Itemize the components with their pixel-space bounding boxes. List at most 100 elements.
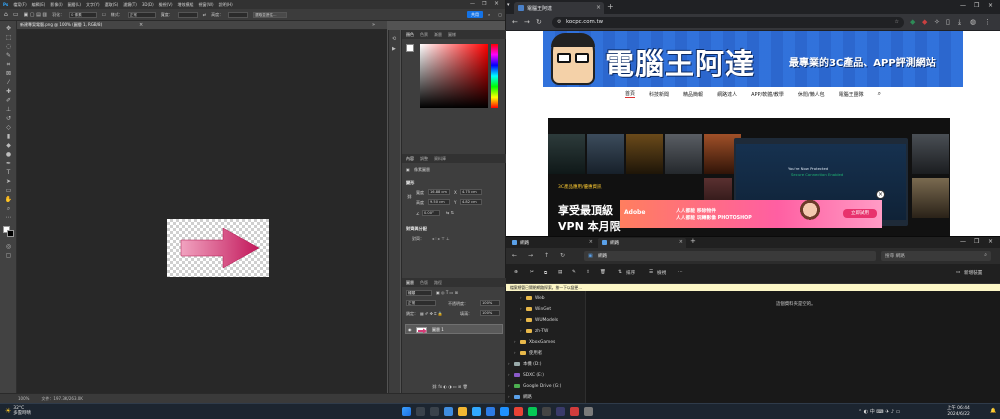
clock[interactable]: 上午 06:44 2024/6/22 bbox=[947, 406, 970, 417]
nav-home[interactable]: 首頁 bbox=[625, 90, 636, 98]
feather-input[interactable]: 0 像素 bbox=[69, 11, 98, 18]
close-window-icon[interactable]: × bbox=[494, 0, 499, 7]
more-icon[interactable]: ⋯ bbox=[678, 270, 683, 275]
tab-channels[interactable]: 色版 bbox=[420, 280, 428, 286]
nav-item-web[interactable]: › Web bbox=[520, 295, 545, 303]
pen-tool-icon[interactable]: ✒ bbox=[4, 160, 13, 167]
brush-tool-icon[interactable]: ✐ bbox=[4, 97, 13, 104]
background-color-swatch[interactable] bbox=[7, 230, 14, 237]
tab-paths[interactable]: 路徑 bbox=[434, 280, 442, 286]
ps-document-tab[interactable]: 新建專案電腦.png @ 100% (圖層 1, RGB/8) × » bbox=[17, 21, 387, 30]
photoshop-taskbar-icon[interactable] bbox=[472, 407, 481, 416]
zoom-level[interactable]: 100% bbox=[18, 396, 29, 401]
search-icon[interactable]: ⌕ bbox=[878, 90, 881, 98]
menu-plugins[interactable]: 增效模組 bbox=[178, 2, 194, 8]
quick-mask-icon[interactable]: ◎ bbox=[4, 243, 13, 250]
delete-icon[interactable]: 🗑 bbox=[600, 270, 606, 275]
bookmark-star-icon[interactable]: ☆ bbox=[895, 19, 899, 25]
hero-category[interactable]: 3C產品應用/優惠資訊 bbox=[558, 184, 602, 190]
blend-mode-select[interactable]: 正常 bbox=[406, 300, 436, 306]
layer-kind-filter[interactable]: 種類 bbox=[406, 290, 432, 296]
path-select-tool-icon[interactable]: ➤ bbox=[4, 178, 13, 185]
link-icon[interactable]: ⛓ bbox=[407, 194, 412, 199]
tab-gradients[interactable]: 漸層 bbox=[434, 32, 442, 38]
extensions-puzzle-icon[interactable]: ✧ bbox=[934, 18, 940, 26]
close-window-icon[interactable]: × bbox=[988, 238, 993, 245]
reload-icon[interactable]: ↻ bbox=[536, 18, 542, 26]
ad-cta-button[interactable]: 立即試用 bbox=[843, 209, 877, 218]
x-field[interactable]: 4.75 cm bbox=[460, 189, 482, 195]
paste-icon[interactable]: ▤ bbox=[558, 270, 562, 275]
menu-kebab-icon[interactable]: ⋮ bbox=[984, 18, 991, 26]
stamp-tool-icon[interactable]: ⊥ bbox=[4, 106, 13, 113]
search-icon[interactable]: ⌕ bbox=[488, 12, 490, 17]
layer-footer-icons[interactable]: ⛓ fx ◐ ◑ ▭ ⊞ 🗑 bbox=[432, 384, 468, 389]
actions-icon[interactable]: ▶ bbox=[392, 46, 396, 52]
marquee-tool-icon[interactable]: ▭ bbox=[13, 11, 19, 18]
menu-edit[interactable]: 編輯(E) bbox=[32, 2, 46, 8]
menu-file[interactable]: 檔案(F) bbox=[13, 2, 26, 8]
menu-help[interactable]: 說明(H) bbox=[219, 2, 233, 8]
nav-item-google-drive[interactable]: › Google Drive (G:) bbox=[508, 383, 561, 391]
layer-filter-icons[interactable]: ▣ ◎ T ▭ ⊞ bbox=[436, 290, 458, 295]
move-tool-icon[interactable]: ✥ bbox=[4, 25, 13, 32]
lock-icons[interactable]: ▦ ✐ ✥ ⌗ 🔒 bbox=[420, 311, 443, 316]
width-input[interactable] bbox=[177, 11, 198, 18]
start-icon[interactable] bbox=[402, 407, 411, 416]
more-tools-icon[interactable]: ⋯ bbox=[4, 214, 13, 221]
new-item-icon[interactable]: ⊕ bbox=[514, 270, 518, 275]
view-button[interactable]: 檢視 bbox=[657, 270, 666, 276]
healing-tool-icon[interactable]: ✚ bbox=[4, 88, 13, 95]
menu-layer[interactable]: 圖層(L) bbox=[68, 2, 81, 8]
nav-item-drive-e[interactable]: › SDXC (E:) bbox=[508, 372, 544, 380]
app-4-icon[interactable] bbox=[584, 407, 593, 416]
minimize-icon[interactable]: — bbox=[470, 1, 475, 7]
selection-mode-icons[interactable]: ▣ ▢ ▤ ▥ bbox=[23, 12, 47, 18]
tab-layers[interactable]: 圖層 bbox=[406, 280, 414, 286]
sort-button[interactable]: 排序 bbox=[626, 270, 635, 276]
home-icon[interactable]: ⌂ bbox=[4, 11, 8, 18]
select-mask-button[interactable]: 選取並遮住... bbox=[253, 11, 288, 18]
add-device-button[interactable]: 新增裝置 bbox=[964, 270, 982, 276]
minimize-icon[interactable]: — bbox=[960, 2, 966, 9]
app-3-icon[interactable] bbox=[570, 407, 579, 416]
close-tab-icon[interactable]: × bbox=[589, 239, 593, 245]
nav-web-expert[interactable]: 網路達人 bbox=[717, 91, 737, 98]
history-brush-tool-icon[interactable]: ↺ bbox=[4, 115, 13, 122]
system-tray-icons[interactable]: ⌃ ◐ 中 ⌨ ✈ ♪ ▭ bbox=[858, 408, 900, 415]
height-field[interactable]: 9.50 cm bbox=[428, 199, 450, 205]
explorer-path-bar[interactable]: ▣ 網路 bbox=[584, 251, 876, 261]
close-tab-icon[interactable]: × bbox=[679, 239, 683, 245]
hue-slider[interactable] bbox=[491, 44, 498, 108]
height-input[interactable] bbox=[228, 11, 249, 18]
site-info-icon[interactable]: ⚙ bbox=[557, 19, 561, 25]
zoom-tool-icon[interactable]: ⌕ bbox=[4, 205, 13, 212]
close-icon[interactable]: × bbox=[139, 22, 143, 28]
new-tab-icon[interactable]: + bbox=[607, 2, 614, 11]
maximize-icon[interactable]: ❐ bbox=[482, 1, 486, 7]
menu-image[interactable]: 影像(I) bbox=[50, 2, 62, 8]
up-icon[interactable]: ↑ bbox=[544, 252, 549, 259]
edge-icon[interactable] bbox=[486, 407, 495, 416]
forward-icon[interactable]: → bbox=[524, 18, 530, 26]
doc-size[interactable]: 文件：197.3K/263.0K bbox=[41, 396, 83, 402]
explorer-tab-2[interactable]: 網路 × bbox=[598, 238, 686, 248]
menu-filter[interactable]: 濾鏡(T) bbox=[123, 2, 137, 8]
line-icon[interactable] bbox=[528, 407, 537, 416]
share-icon[interactable]: ⇪ bbox=[586, 270, 590, 275]
type-tool-icon[interactable]: T bbox=[4, 169, 13, 176]
quick-select-tool-icon[interactable]: ✎ bbox=[4, 52, 13, 59]
tab-libraries[interactable]: 資料庫 bbox=[434, 156, 446, 162]
align-icons[interactable]: ⫷ ⫶ ⫸ ⊤ ⊥ bbox=[432, 236, 450, 241]
profile-icon[interactable]: ◍ bbox=[970, 18, 976, 26]
eye-icon[interactable]: ◉ bbox=[408, 327, 412, 332]
app-icon[interactable] bbox=[542, 407, 551, 416]
frame-tool-icon[interactable]: ⊠ bbox=[4, 70, 13, 77]
nav-item-wumodels[interactable]: › WUModels bbox=[520, 317, 558, 325]
menu-select[interactable]: 選取(S) bbox=[105, 2, 119, 8]
align-heading[interactable]: 對齊與分配 bbox=[406, 226, 427, 232]
opacity-field[interactable]: 100% bbox=[480, 300, 500, 306]
address-bar[interactable]: ⚙ kocpc.com.tw ☆ bbox=[552, 17, 904, 28]
ps-logo[interactable]: Ps bbox=[3, 2, 8, 7]
file-explorer-icon[interactable] bbox=[458, 407, 467, 416]
